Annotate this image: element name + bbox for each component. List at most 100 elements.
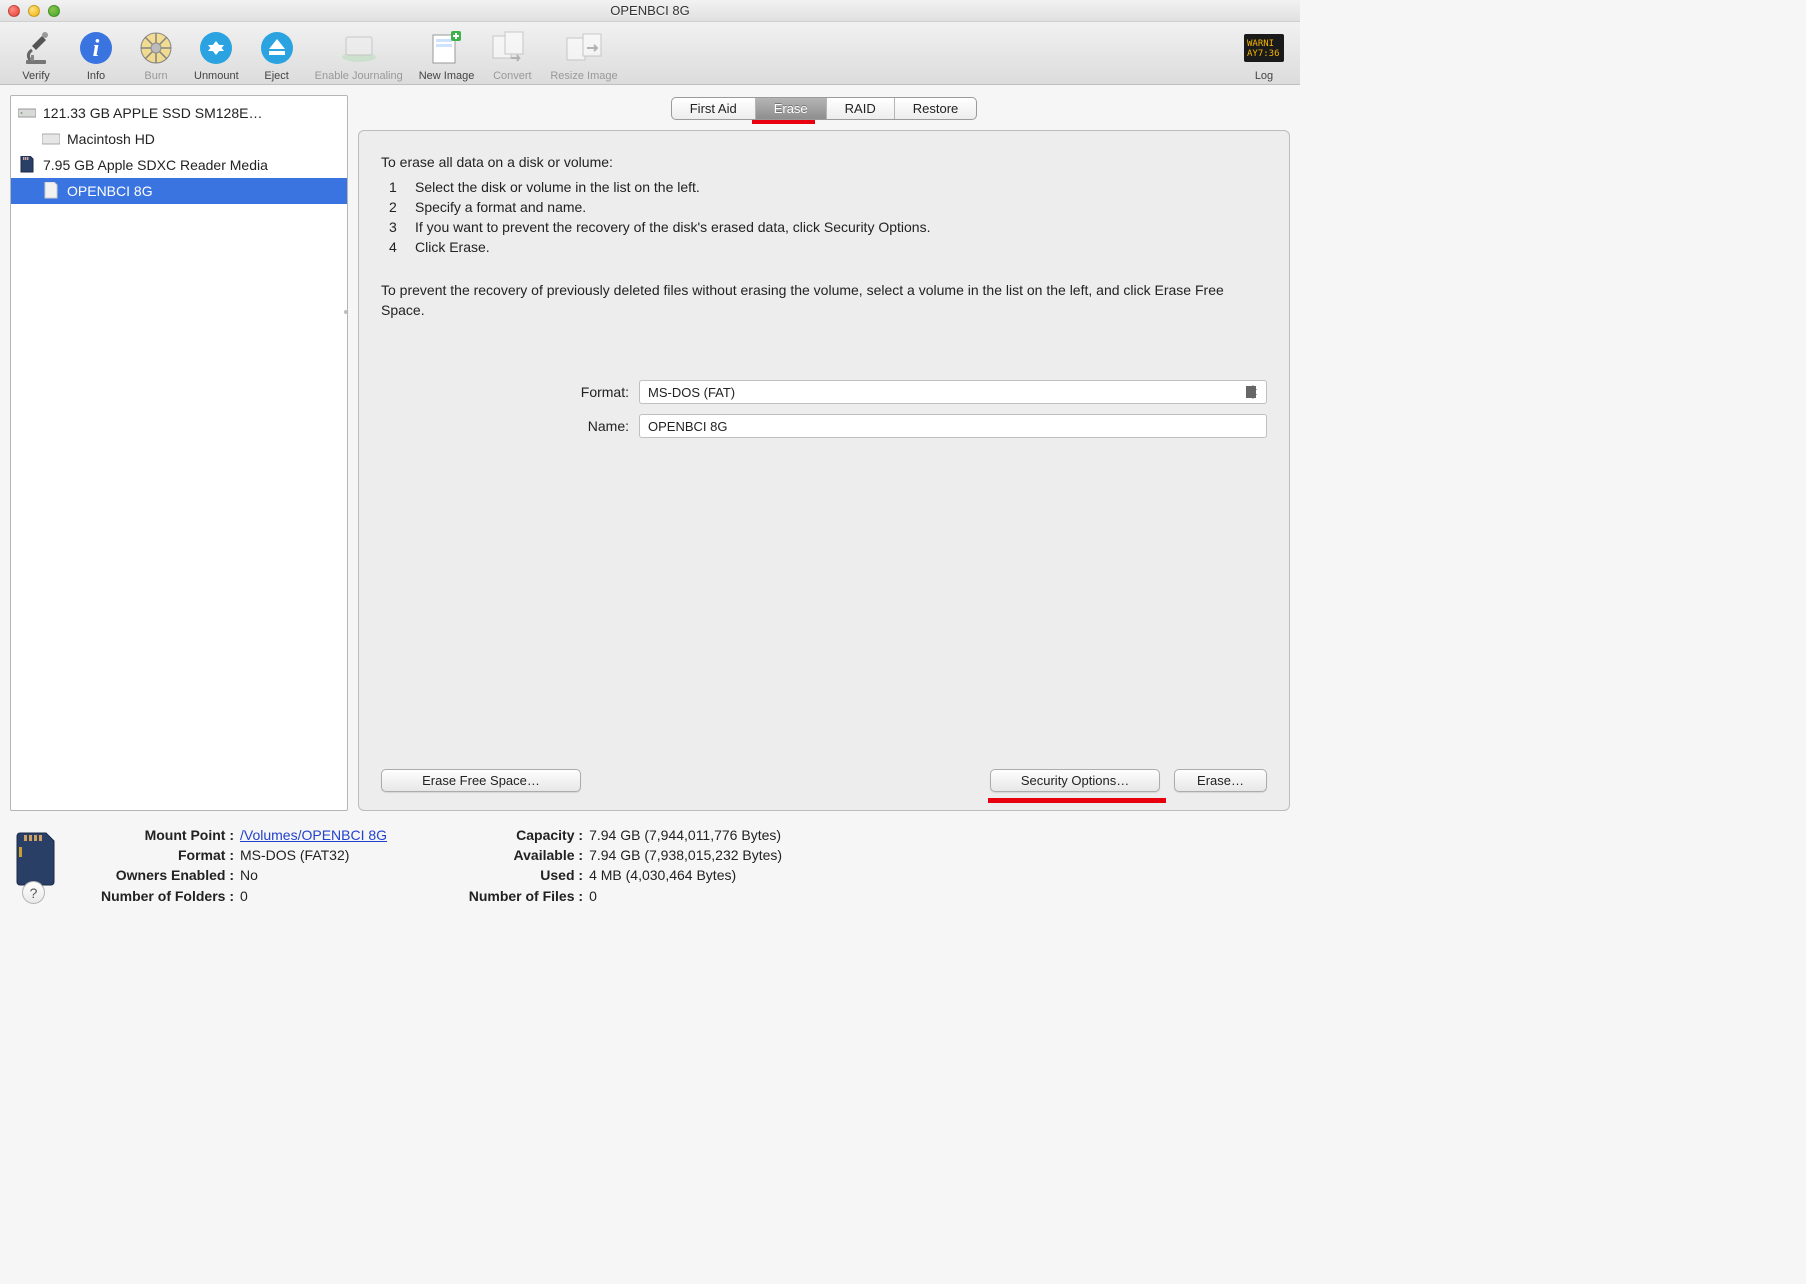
tab-raid[interactable]: RAID xyxy=(827,98,895,119)
num-folders-value: 0 xyxy=(240,886,248,906)
toolbar-label: New Image xyxy=(419,70,475,82)
tab-erase[interactable]: Erase xyxy=(756,98,827,119)
format-value: MS-DOS (FAT) xyxy=(648,385,735,400)
info-columns: Mount Point : /Volumes/OPENBCI 8G Format… xyxy=(90,825,782,906)
format-info-label: Format : xyxy=(90,845,240,865)
new-image-button[interactable]: New Image xyxy=(413,28,481,82)
tab-first-aid[interactable]: First Aid xyxy=(672,98,756,119)
window-title: OPENBCI 8G xyxy=(0,3,1300,18)
name-label: Name: xyxy=(381,418,639,434)
window-controls xyxy=(0,5,60,17)
tab-label: Restore xyxy=(913,101,959,116)
titlebar[interactable]: OPENBCI 8G xyxy=(0,0,1300,22)
verify-button[interactable]: Verify xyxy=(8,28,64,82)
disk-tree[interactable]: 121.33 GB APPLE SSD SM128E… Macintosh HD… xyxy=(10,95,348,811)
toolbar-label: Burn xyxy=(134,70,178,82)
name-input[interactable]: OPENBCI 8G xyxy=(639,414,1267,438)
erase-intro: To erase all data on a disk or volume: xyxy=(381,153,1267,173)
unmount-button[interactable]: Unmount xyxy=(188,28,245,82)
annotation-underline-tab xyxy=(752,120,815,124)
erase-secondary-text: To prevent the recovery of previously de… xyxy=(381,280,1267,321)
used-label: Used : xyxy=(457,865,589,885)
erase-panel: To erase all data on a disk or volume: 1… xyxy=(358,130,1290,811)
toolbar-label: Unmount xyxy=(194,70,239,82)
mount-point-label: Mount Point : xyxy=(90,825,240,845)
sd-reader-row[interactable]: 7.95 GB Apple SDXC Reader Media xyxy=(11,152,347,178)
enable-journaling-button: Enable Journaling xyxy=(309,28,409,82)
format-label: Format: xyxy=(381,384,639,400)
toolbar-label: Eject xyxy=(255,70,299,82)
svg-text:AY7:36: AY7:36 xyxy=(1247,49,1280,59)
format-info-value: MS-DOS (FAT32) xyxy=(240,845,349,865)
convert-button: Convert xyxy=(484,28,540,82)
owners-enabled-value: No xyxy=(240,865,258,885)
svg-text:WARNI: WARNI xyxy=(1247,39,1274,49)
journal-icon xyxy=(340,33,378,63)
zoom-window-button[interactable] xyxy=(48,5,60,17)
info-col-left: Mount Point : /Volumes/OPENBCI 8G Format… xyxy=(90,825,387,906)
available-value: 7.94 GB (7,938,015,232 Bytes) xyxy=(589,845,782,865)
available-label: Available : xyxy=(457,845,589,865)
format-row: Format: MS-DOS (FAT) xyxy=(381,380,1267,404)
tab-label: First Aid xyxy=(690,101,737,116)
erase-buttons: Erase Free Space… Security Options… Eras… xyxy=(381,769,1267,792)
security-options-button[interactable]: Security Options… xyxy=(990,769,1160,792)
format-select[interactable]: MS-DOS (FAT) xyxy=(639,380,1267,404)
num-files-label: Number of Files : xyxy=(457,886,589,906)
erase-free-space-button[interactable]: Erase Free Space… xyxy=(381,769,581,792)
toolbar-label: Verify xyxy=(14,70,58,82)
right-pane: First Aid Erase RAID Restore To erase al… xyxy=(358,95,1290,811)
toolbar-label: Resize Image xyxy=(550,70,617,82)
sd-volume-icon xyxy=(41,182,61,200)
disk-row[interactable]: 121.33 GB APPLE SSD SM128E… xyxy=(11,100,347,126)
content-area: 121.33 GB APPLE SSD SM128E… Macintosh HD… xyxy=(0,85,1300,811)
resize-icon xyxy=(563,30,605,66)
step-text: Click Erase. xyxy=(415,237,490,257)
volume-icon xyxy=(41,130,61,148)
log-icon: WARNI AY7:36 xyxy=(1244,34,1284,62)
tab-restore[interactable]: Restore xyxy=(895,98,977,119)
tree-item-label: 7.95 GB Apple SDXC Reader Media xyxy=(43,157,268,173)
close-window-button[interactable] xyxy=(8,5,20,17)
burn-button: Burn xyxy=(128,28,184,82)
toolbar-label: Info xyxy=(74,70,118,82)
minimize-window-button[interactable] xyxy=(28,5,40,17)
sd-card-icon xyxy=(16,831,60,886)
volume-row[interactable]: Macintosh HD xyxy=(11,126,347,152)
tree-item-label: Macintosh HD xyxy=(67,131,155,147)
mount-point-link[interactable]: /Volumes/OPENBCI 8G xyxy=(240,825,387,845)
step-text: If you want to prevent the recovery of t… xyxy=(415,217,930,237)
tab-bar: First Aid Erase RAID Restore xyxy=(358,97,1290,120)
used-value: 4 MB (4,030,464 Bytes) xyxy=(589,865,736,885)
microscope-icon xyxy=(20,30,52,66)
name-row: Name: OPENBCI 8G xyxy=(381,414,1267,438)
erase-button[interactable]: Erase… xyxy=(1174,769,1267,792)
log-button[interactable]: WARNI AY7:36 Log xyxy=(1236,28,1292,82)
window: OPENBCI 8G Verify i Inf xyxy=(0,0,1300,914)
toolbar-label: Convert xyxy=(490,70,534,82)
info-col-right: Capacity : 7.94 GB (7,944,011,776 Bytes)… xyxy=(457,825,782,906)
num-files-value: 0 xyxy=(589,886,597,906)
unmount-icon xyxy=(199,31,233,65)
sd-volume-row[interactable]: OPENBCI 8G xyxy=(11,178,347,204)
help-button[interactable]: ? xyxy=(22,881,45,904)
splitter-handle[interactable] xyxy=(344,310,348,314)
step-text: Specify a format and name. xyxy=(415,197,586,217)
step-1: 1Select the disk or volume in the list o… xyxy=(381,177,1267,197)
eject-button[interactable]: Eject xyxy=(249,28,305,82)
annotation-underline-security xyxy=(988,798,1166,803)
capacity-value: 7.94 GB (7,944,011,776 Bytes) xyxy=(589,825,781,845)
toolbar-label: Log xyxy=(1242,70,1286,82)
capacity-label: Capacity : xyxy=(457,825,589,845)
info-button[interactable]: i Info xyxy=(68,28,124,82)
resize-image-button: Resize Image xyxy=(544,28,623,82)
step-2: 2Specify a format and name. xyxy=(381,197,1267,217)
svg-text:i: i xyxy=(93,36,100,62)
tree-item-label: 121.33 GB APPLE SSD SM128E… xyxy=(43,105,262,121)
erase-form: Format: MS-DOS (FAT) Name: OPENBCI 8G xyxy=(381,380,1267,448)
tab-group: First Aid Erase RAID Restore xyxy=(671,97,978,120)
burn-icon xyxy=(139,31,173,65)
name-value: OPENBCI 8G xyxy=(648,419,727,434)
eject-icon xyxy=(260,31,294,65)
select-chevron-icon xyxy=(1248,385,1258,399)
